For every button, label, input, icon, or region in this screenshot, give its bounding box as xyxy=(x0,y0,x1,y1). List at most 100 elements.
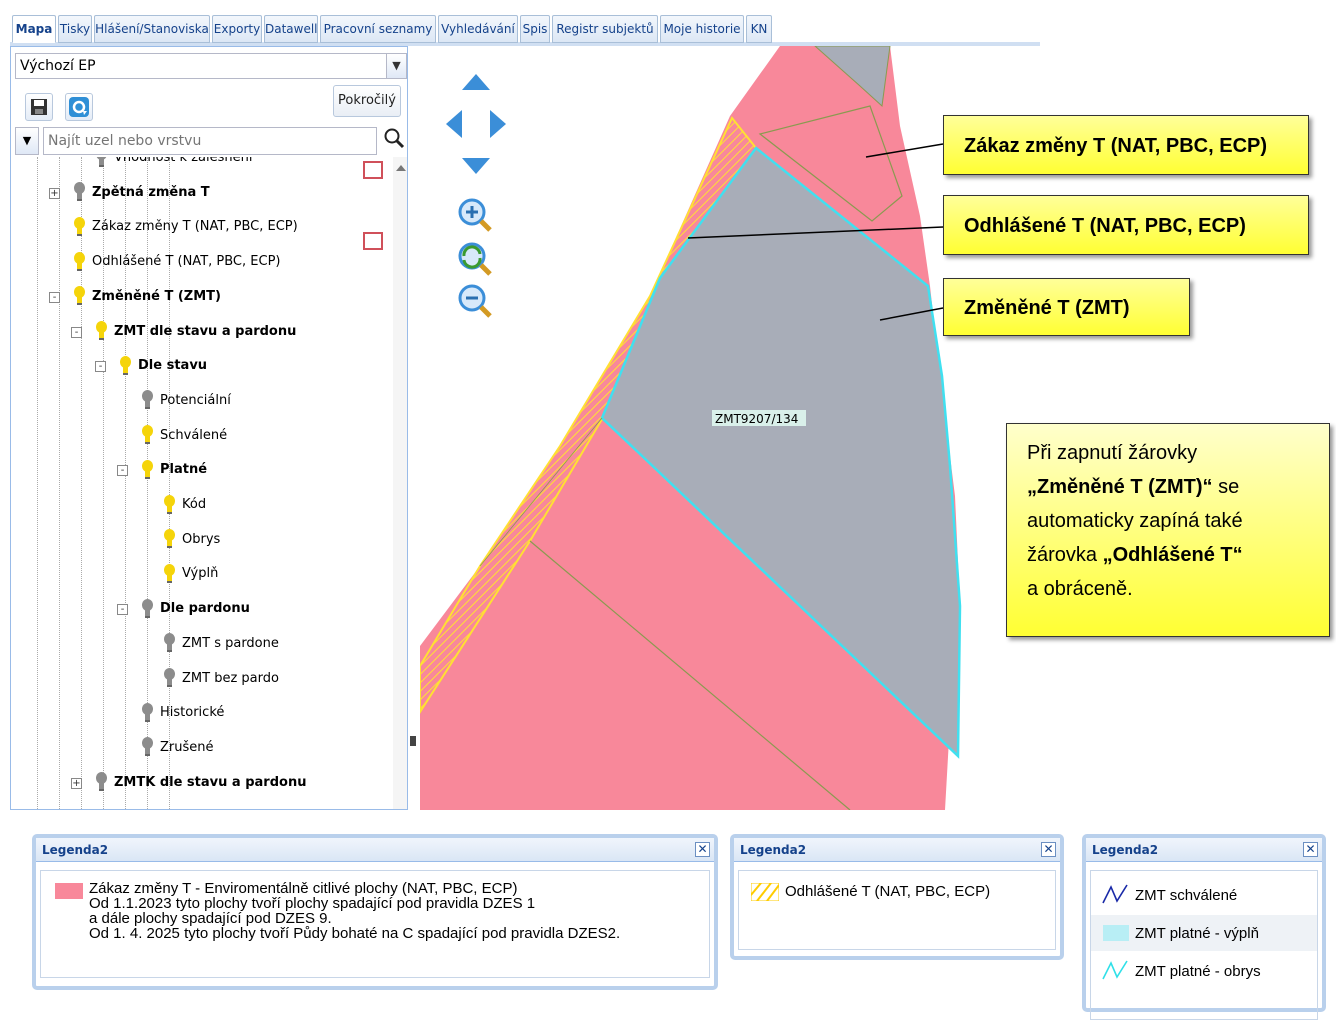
legend-text: Odhlášené T (NAT, PBC, ECP) xyxy=(785,883,991,900)
tree-node[interactable]: Zákaz změny T (NAT, PBC, ECP) xyxy=(73,212,298,242)
tree-node[interactable]: ZMT s pardone xyxy=(163,629,279,659)
tab-hl-en-stanoviska[interactable]: Hlášení/Stanoviska xyxy=(94,15,210,43)
bulb-icon[interactable] xyxy=(73,182,86,202)
refresh-button[interactable] xyxy=(65,93,93,121)
search-icon[interactable] xyxy=(381,127,407,155)
tab-kn[interactable]: KN xyxy=(746,15,772,43)
tree-node[interactable]: Potenciální xyxy=(141,386,231,416)
close-icon[interactable]: ✕ xyxy=(1041,842,1056,857)
tree-guide-line xyxy=(59,157,60,809)
collapse-icon[interactable]: - xyxy=(95,361,106,373)
pan-right-icon xyxy=(490,110,506,138)
bulb-icon[interactable] xyxy=(73,251,86,272)
legend-text: Zákaz změny T - Enviromentálně citlivé p… xyxy=(89,880,621,942)
tree-node[interactable]: Schválené xyxy=(141,421,227,451)
bulb-icon[interactable] xyxy=(141,425,154,445)
expand-icon[interactable]: + xyxy=(71,777,82,789)
collapse-icon[interactable]: - xyxy=(117,465,128,477)
bulb-icon[interactable] xyxy=(141,598,154,619)
tree-node[interactable]: Dle stavu xyxy=(119,351,207,381)
save-button[interactable] xyxy=(25,93,53,121)
expand-icon[interactable]: + xyxy=(49,187,60,199)
legend-swatch-cyan xyxy=(1103,925,1129,941)
collapse-icon[interactable]: - xyxy=(71,326,82,338)
tab-tisky[interactable]: Tisky xyxy=(58,15,92,43)
callout-zakaz: Zákaz změny T (NAT, PBC, ECP) xyxy=(943,115,1309,175)
tab-moje-historie[interactable]: Moje historie xyxy=(660,15,744,43)
bulb-icon[interactable] xyxy=(95,772,108,792)
note-line: Při zapnutí žárovky xyxy=(1027,442,1198,464)
tree-node[interactable]: Zrušené xyxy=(141,733,214,763)
bulb-icon[interactable] xyxy=(95,157,108,168)
layer-info-icon[interactable] xyxy=(363,232,383,250)
panel-splitter[interactable] xyxy=(408,46,420,810)
layer-panel: Výchozí EP ▼ Pokročilý ▼ Vhodnost k zales… xyxy=(10,46,408,810)
tree-node[interactable]: Obrys xyxy=(163,525,220,555)
legend-text: ZMT platné - výplň xyxy=(1135,925,1259,942)
legend-text: ZMT platné - obrys xyxy=(1135,963,1261,980)
pan-down-icon xyxy=(462,158,490,174)
search-input[interactable] xyxy=(43,127,377,155)
collapse-icon[interactable]: - xyxy=(49,291,60,303)
scroll-up-icon[interactable] xyxy=(396,165,406,171)
bulb-icon[interactable] xyxy=(141,459,154,480)
bulb-icon[interactable] xyxy=(163,563,176,584)
tab-spis[interactable]: Spis xyxy=(520,15,550,43)
callout-zmenene: Změněné T (ZMT) xyxy=(943,278,1190,336)
tree-node[interactable]: ZMT dle stavu a pardonu xyxy=(95,317,296,347)
layer-info-icon[interactable] xyxy=(363,161,383,179)
tree-node[interactable]: Vhodnost k zalesnění xyxy=(95,157,252,173)
legend-header: Legenda2 ✕ xyxy=(734,838,1060,862)
bulb-icon[interactable] xyxy=(95,321,108,341)
parcel-label: ZMT9207/134 xyxy=(715,412,798,426)
tree-node[interactable]: Odhlášené T (NAT, PBC, ECP) xyxy=(73,247,280,277)
tree-node[interactable]: ZMTK dle stavu a pardonu xyxy=(95,768,306,798)
search-options-chevron-icon[interactable]: ▼ xyxy=(15,127,39,155)
tree-node[interactable]: Platné xyxy=(141,455,207,485)
tree-guide-line xyxy=(37,157,38,809)
tree-node[interactable]: Dle pardonu xyxy=(141,594,250,624)
bulb-icon[interactable] xyxy=(163,529,176,549)
tree-node[interactable]: Změněné T (ZMT) xyxy=(73,282,221,312)
bulb-icon[interactable] xyxy=(73,286,86,306)
tab-exporty[interactable]: Exporty xyxy=(212,15,262,43)
bulb-icon[interactable] xyxy=(141,702,154,723)
legend-line-schvalene-icon xyxy=(1102,884,1128,904)
legend-window-odhlasene: Legenda2 ✕ Odhlášené T (NAT, PBC, ECP) xyxy=(730,834,1064,960)
legend-swatch-pink xyxy=(55,883,83,899)
tab-registr-subjekt-[interactable]: Registr subjektů xyxy=(552,15,658,43)
tab-pracovn-seznamy[interactable]: Pracovní seznamy xyxy=(320,15,436,43)
tree-node[interactable]: Výplň xyxy=(163,559,218,589)
bulb-icon[interactable] xyxy=(163,668,176,688)
advanced-button[interactable]: Pokročilý xyxy=(333,85,401,117)
bulb-icon[interactable] xyxy=(73,216,86,237)
chevron-down-icon[interactable]: ▼ xyxy=(386,54,406,78)
tree-node[interactable]: Kód xyxy=(163,490,206,520)
bulb-icon[interactable] xyxy=(141,737,154,757)
tree-scrollbar[interactable] xyxy=(393,157,407,809)
close-icon[interactable]: ✕ xyxy=(695,842,710,857)
bulb-icon[interactable] xyxy=(163,633,176,653)
zoom-refresh-icon xyxy=(458,242,492,276)
note-line: žárovka „Odhlášené T“ xyxy=(1027,544,1243,566)
tab-datawell[interactable]: Datawell xyxy=(264,15,318,43)
callout-odhlasene: Odhlášené T (NAT, PBC, ECP) xyxy=(943,195,1309,255)
tree-node[interactable]: Historické xyxy=(141,698,224,728)
tree-node[interactable]: ZMT bez pardo xyxy=(163,664,279,694)
tree-node[interactable]: Zpětná změna T xyxy=(73,178,210,208)
tab-vyhled-v-n-[interactable]: Vyhledávání xyxy=(438,15,518,43)
info-note: Při zapnutí žárovky „Změněné T (ZMT)“ se… xyxy=(1006,423,1330,637)
profile-combo[interactable]: Výchozí EP ▼ xyxy=(15,53,407,79)
collapse-icon[interactable] xyxy=(410,736,416,746)
close-icon[interactable]: ✕ xyxy=(1303,842,1318,857)
legend-body: ZMT schválené ZMT platné - výplň ZMT pla… xyxy=(1090,870,1318,1020)
tab-mapa[interactable]: Mapa xyxy=(12,15,56,43)
legend-window-zakaz: Legenda2 ✕ Zákaz změny T - Enviromentálně… xyxy=(32,834,718,990)
bulb-icon[interactable] xyxy=(141,390,154,410)
collapse-icon[interactable]: - xyxy=(117,604,128,616)
refresh-icon xyxy=(69,97,89,117)
layer-search: ▼ xyxy=(15,127,407,155)
bulb-icon[interactable] xyxy=(119,355,132,376)
bulb-icon[interactable] xyxy=(163,494,176,515)
zoom-in-icon xyxy=(458,198,492,232)
